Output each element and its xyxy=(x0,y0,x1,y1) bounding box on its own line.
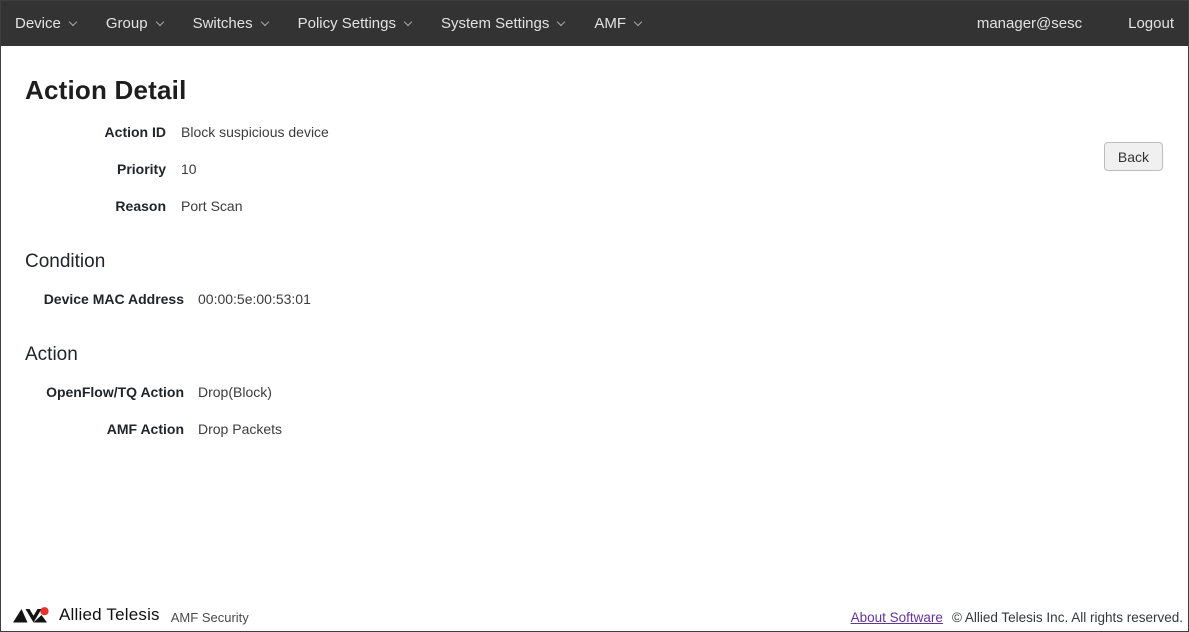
nav-item-group[interactable]: Group xyxy=(106,15,163,32)
field-label: OpenFlow/TQ Action xyxy=(1,384,184,400)
app-window: Device Group Switches Policy Settings Sy… xyxy=(0,0,1189,632)
back-button[interactable]: Back xyxy=(1104,142,1163,171)
chevron-down-icon xyxy=(404,17,412,25)
nav-item-label: Policy Settings xyxy=(298,15,396,32)
allied-telesis-logo-icon xyxy=(13,606,53,624)
nav-item-label: Device xyxy=(15,15,61,32)
top-navbar: Device Group Switches Policy Settings Sy… xyxy=(1,1,1188,46)
nav-item-label: Switches xyxy=(193,15,253,32)
field-value: 00:00:5e:00:53:01 xyxy=(198,291,311,307)
main-content: Action Detail Back Action ID Block suspi… xyxy=(1,75,1188,447)
condition-section-title: Condition xyxy=(25,251,1188,273)
current-user[interactable]: manager@sesc xyxy=(977,15,1082,32)
field-value: 10 xyxy=(181,161,197,177)
chevron-down-icon xyxy=(634,17,642,25)
about-software-link[interactable]: About Software xyxy=(851,610,943,625)
chevron-down-icon xyxy=(69,17,77,25)
footer: Allied Telesis AMF Security About Softwa… xyxy=(1,605,1188,631)
field-priority: Priority 10 xyxy=(1,150,1188,187)
nav-item-policy-settings[interactable]: Policy Settings xyxy=(298,15,411,32)
brand-name: Allied Telesis xyxy=(59,605,160,625)
nav-account-area: manager@sesc Logout xyxy=(977,15,1174,32)
action-section-title: Action xyxy=(25,344,1188,366)
field-reason: Reason Port Scan xyxy=(1,187,1188,224)
field-value: Drop(Block) xyxy=(198,384,272,400)
footer-legal-area: About Software © Allied Telesis Inc. All… xyxy=(851,610,1183,625)
nav-menu: Device Group Switches Policy Settings Sy… xyxy=(15,15,641,32)
footer-brand-area: Allied Telesis AMF Security xyxy=(13,605,249,625)
chevron-down-icon xyxy=(260,17,268,25)
field-device-mac-address: Device MAC Address 00:00:5e:00:53:01 xyxy=(1,280,1188,317)
nav-item-amf[interactable]: AMF xyxy=(594,15,641,32)
field-label: Reason xyxy=(1,198,166,214)
copyright-text: © Allied Telesis Inc. All rights reserve… xyxy=(952,610,1183,625)
field-label: Device MAC Address xyxy=(1,291,184,307)
detail-fields: Action ID Block suspicious device Priori… xyxy=(1,113,1188,224)
page-title: Action Detail xyxy=(25,75,1188,106)
condition-fields: Device MAC Address 00:00:5e:00:53:01 xyxy=(1,280,1188,317)
nav-item-label: AMF xyxy=(594,15,626,32)
field-amf-action: AMF Action Drop Packets xyxy=(1,410,1188,447)
field-value: Drop Packets xyxy=(198,421,282,437)
field-openflow-tq-action: OpenFlow/TQ Action Drop(Block) xyxy=(1,373,1188,410)
chevron-down-icon xyxy=(557,17,565,25)
field-value: Block suspicious device xyxy=(181,124,329,140)
field-label: Priority xyxy=(1,161,166,177)
field-value: Port Scan xyxy=(181,198,242,214)
action-fields: OpenFlow/TQ Action Drop(Block) AMF Actio… xyxy=(1,373,1188,447)
nav-item-label: System Settings xyxy=(441,15,549,32)
field-action-id: Action ID Block suspicious device xyxy=(1,113,1188,150)
logout-button[interactable]: Logout xyxy=(1128,15,1174,32)
field-label: Action ID xyxy=(1,124,166,140)
nav-item-device[interactable]: Device xyxy=(15,15,76,32)
product-name: AMF Security xyxy=(171,606,249,625)
field-label: AMF Action xyxy=(1,421,184,437)
nav-item-switches[interactable]: Switches xyxy=(193,15,268,32)
nav-item-system-settings[interactable]: System Settings xyxy=(441,15,564,32)
nav-item-label: Group xyxy=(106,15,148,32)
chevron-down-icon xyxy=(155,17,163,25)
